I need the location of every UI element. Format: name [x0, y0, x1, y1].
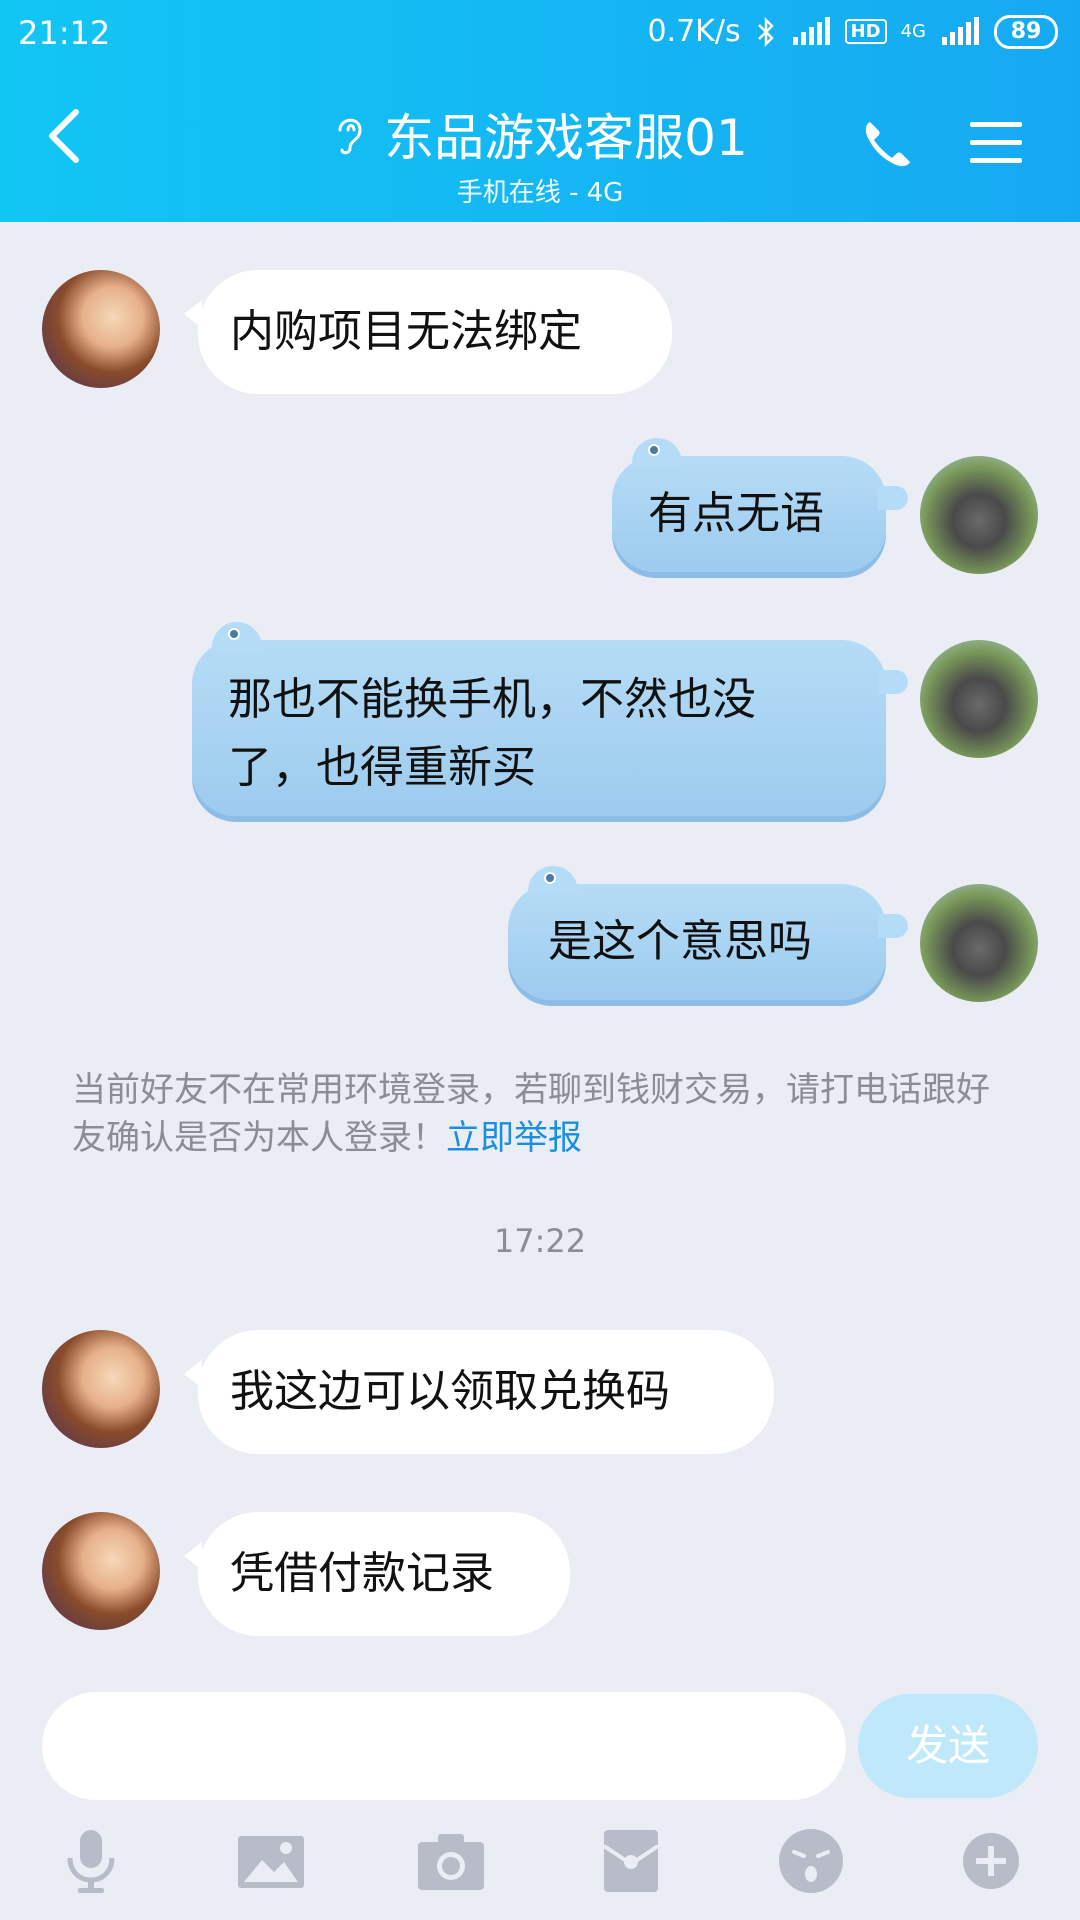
nav-bar: 东品游戏客服01 手机在线 - 4G: [0, 80, 1080, 222]
message-text-line: 了，也得重新买: [228, 742, 536, 793]
chat-title: 东品游戏客服01: [384, 109, 748, 167]
contact-avatar[interactable]: [42, 270, 160, 388]
chat-header: 21:12 0.7K/s HD 4G 89 东品游戏客服01 手机在线 - 4G: [0, 0, 1080, 222]
status-icons: 0.7K/s HD 4G 89: [647, 14, 1058, 49]
message-input[interactable]: [42, 1692, 846, 1800]
phone-icon[interactable]: [860, 116, 916, 172]
ear-icon: [338, 118, 362, 155]
emoji-icon[interactable]: [776, 1826, 846, 1896]
my-avatar[interactable]: [920, 456, 1038, 574]
network-type: 4G: [900, 21, 926, 42]
contact-avatar[interactable]: [42, 1330, 160, 1448]
message-text: 我这边可以领取兑换码: [230, 1366, 670, 1417]
message-bubble[interactable]: 那也不能换手机，不然也没 了，也得重新买: [192, 622, 908, 816]
online-status: 手机在线 - 4G: [456, 178, 624, 208]
bubble-decoration: [212, 622, 262, 650]
bubble-tail: [878, 670, 908, 694]
title-area[interactable]: 东品游戏客服01 手机在线 - 4G: [0, 98, 1080, 209]
bluetooth-icon: [757, 16, 774, 47]
message-text-line: 那也不能换手机，不然也没: [228, 674, 756, 725]
message-text: 凭借付款记录: [230, 1548, 494, 1599]
message-bubble[interactable]: 有点无语: [612, 438, 908, 572]
signal-icon: [792, 16, 830, 45]
menu-icon[interactable]: [968, 118, 1024, 168]
bubble-tail: [878, 486, 908, 510]
bubble-tail: [878, 914, 908, 938]
contact-avatar[interactable]: [42, 1512, 160, 1630]
image-icon[interactable]: [236, 1826, 306, 1896]
signal-icon-2: [942, 16, 979, 45]
message-bubble[interactable]: 我这边可以领取兑换码: [184, 1330, 774, 1454]
bubble-decoration: [632, 438, 682, 466]
message-text: 有点无语: [648, 488, 824, 539]
status-time: 21:12: [18, 14, 111, 52]
my-avatar[interactable]: [920, 640, 1038, 758]
my-avatar[interactable]: [920, 884, 1038, 1002]
message-text: 是这个意思吗: [548, 916, 812, 967]
report-link[interactable]: 立即举报: [446, 1118, 582, 1158]
bubble-decoration: [528, 866, 578, 894]
message-timestamp: 17:22: [493, 1222, 587, 1260]
message-text: 内购项目无法绑定: [230, 306, 582, 357]
message-bubble[interactable]: 内购项目无法绑定: [184, 270, 672, 394]
message-bubble[interactable]: 凭借付款记录: [184, 1512, 570, 1636]
microphone-icon[interactable]: [56, 1826, 126, 1896]
hd-badge: HD: [844, 19, 887, 44]
send-button[interactable]: 发送: [858, 1694, 1038, 1798]
security-notice: 当前好友不在常用环境登录，若聊到钱财交易，请打电话跟好友确认是否为本人登录！立即…: [72, 1066, 1012, 1162]
camera-icon[interactable]: [416, 1826, 486, 1896]
plus-icon[interactable]: [956, 1826, 1026, 1896]
red-packet-icon[interactable]: [596, 1826, 666, 1896]
status-bar: 21:12 0.7K/s HD 4G 89: [0, 0, 1080, 70]
network-speed: 0.7K/s: [647, 14, 741, 49]
message-bubble[interactable]: 是这个意思吗: [508, 866, 908, 1000]
battery-indicator: 89: [994, 14, 1058, 49]
